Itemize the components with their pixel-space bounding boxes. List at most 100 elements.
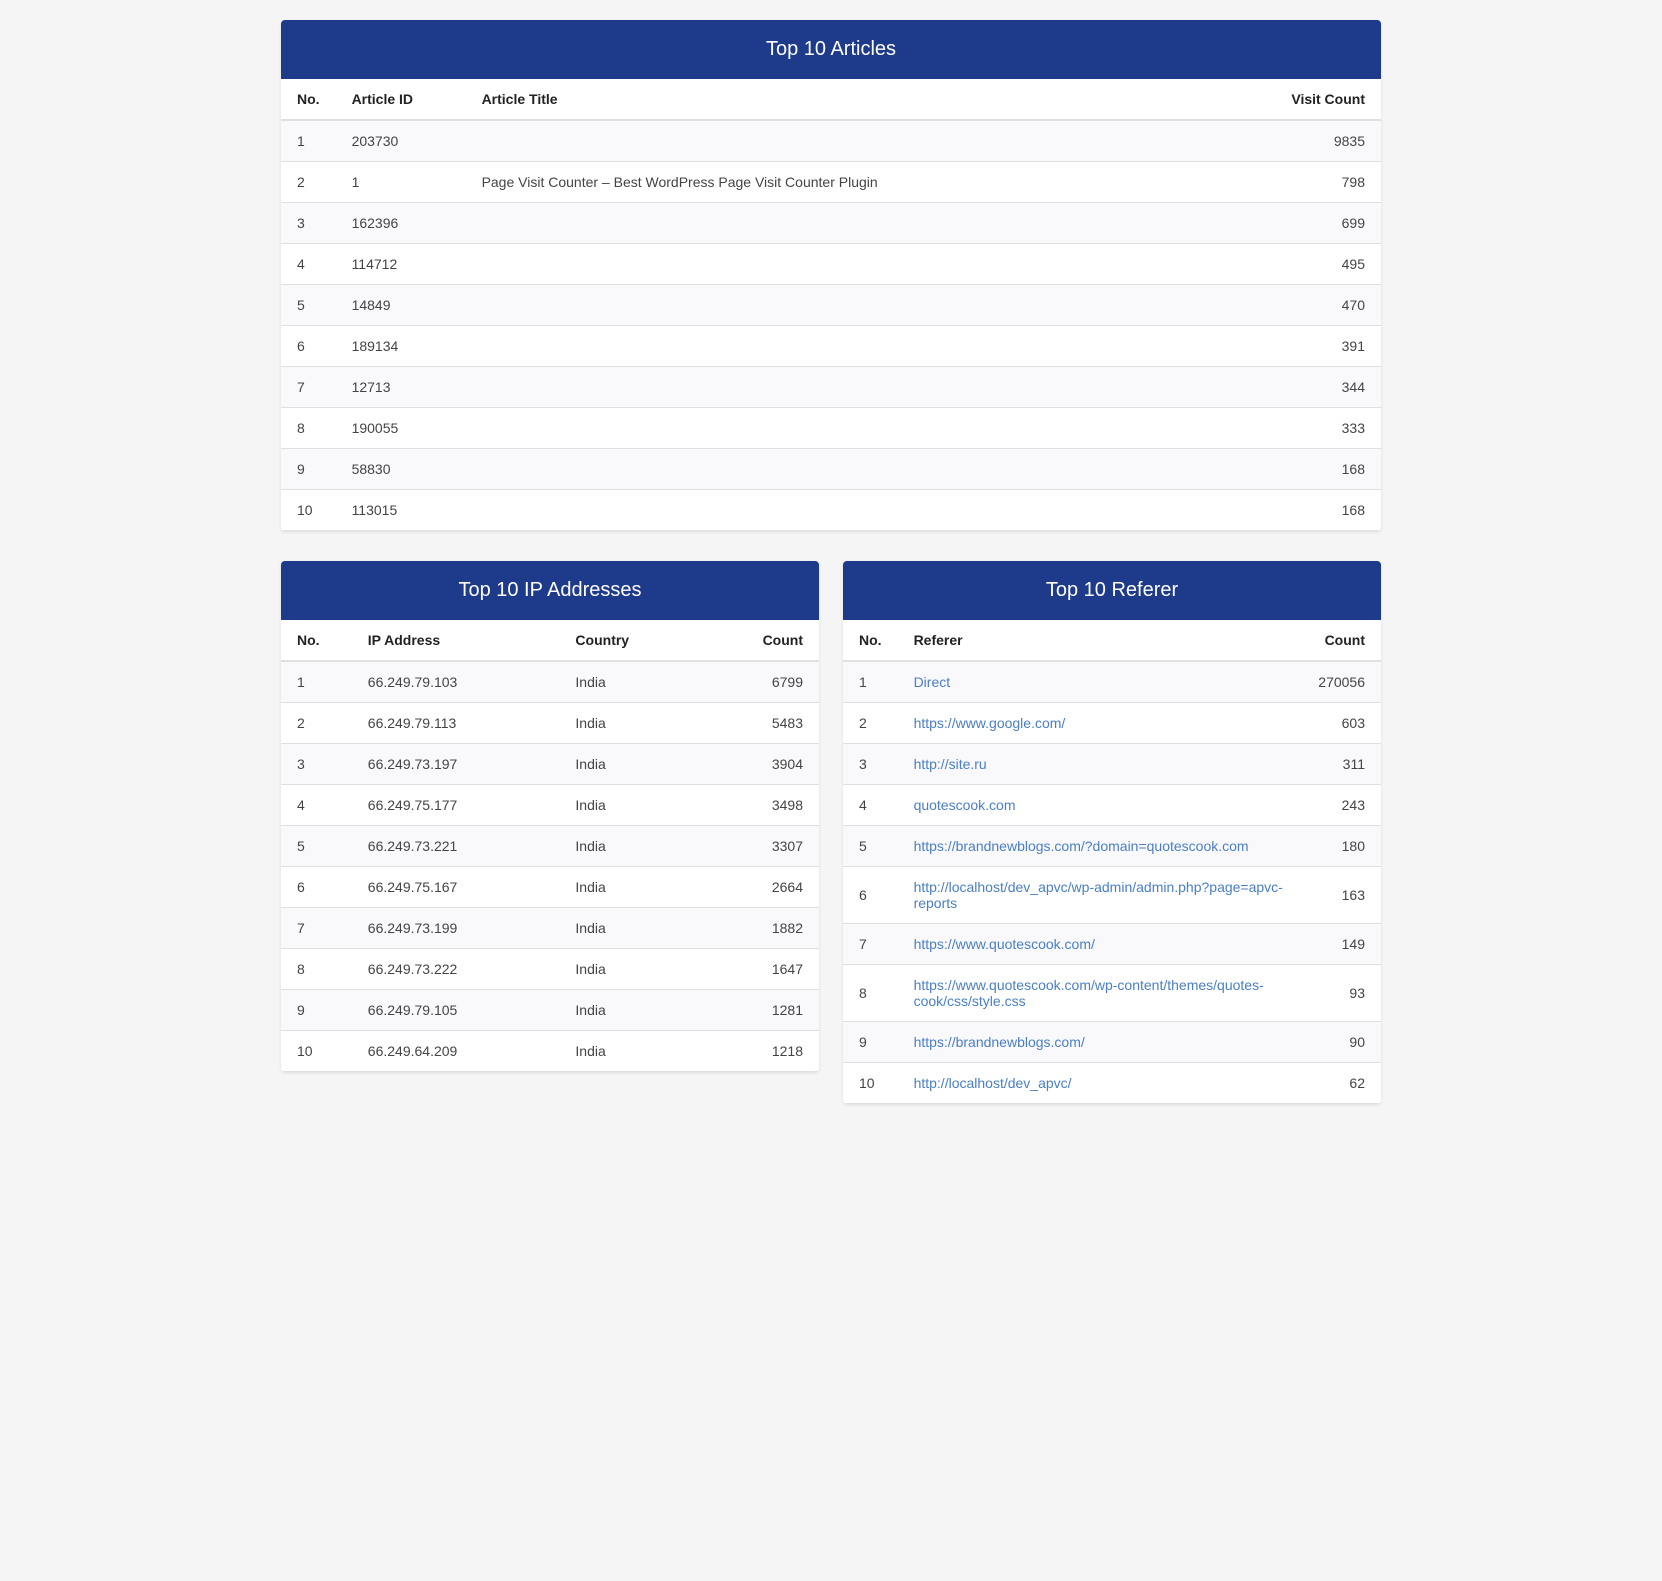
top-referer-header-row: No. Referer Count (843, 620, 1381, 661)
ip-address: 66.249.79.103 (352, 661, 560, 703)
table-row: 9 58830 168 (281, 449, 1381, 490)
top-articles-header: Top 10 Articles (281, 20, 1381, 79)
article-no: 4 (281, 244, 336, 285)
article-title (466, 408, 1261, 449)
ref-count: 163 (1301, 867, 1381, 924)
ip-address: 66.249.73.221 (352, 826, 560, 867)
ip-country: India (559, 744, 715, 785)
referer-link[interactable]: https://www.quotescook.com/ (914, 936, 1095, 952)
article-no: 5 (281, 285, 336, 326)
ip-col-ip: IP Address (352, 620, 560, 661)
referer-link[interactable]: http://site.ru (914, 756, 987, 772)
referer-link[interactable]: http://localhost/dev_apvc/ (914, 1075, 1072, 1091)
article-id: 114712 (336, 244, 466, 285)
ref-referer: http://site.ru (898, 744, 1301, 785)
ip-address: 66.249.73.197 (352, 744, 560, 785)
table-row: 7 66.249.73.199 India 1882 (281, 908, 819, 949)
table-row: 1 Direct 270056 (843, 661, 1381, 703)
table-row: 3 http://site.ru 311 (843, 744, 1381, 785)
ip-count: 3498 (715, 785, 819, 826)
ref-no: 1 (843, 661, 898, 703)
table-row: 10 66.249.64.209 India 1218 (281, 1031, 819, 1072)
article-visit-count: 798 (1261, 162, 1381, 203)
ref-referer: http://localhost/dev_apvc/wp-admin/admin… (898, 867, 1301, 924)
ref-count: 149 (1301, 924, 1381, 965)
ip-no: 8 (281, 949, 352, 990)
ref-count: 90 (1301, 1022, 1381, 1063)
table-row: 1 203730 9835 (281, 120, 1381, 162)
table-row: 9 66.249.79.105 India 1281 (281, 990, 819, 1031)
ref-count: 270056 (1301, 661, 1381, 703)
ref-col-count: Count (1301, 620, 1381, 661)
ip-count: 1882 (715, 908, 819, 949)
top-ip-header-row: No. IP Address Country Count (281, 620, 819, 661)
article-id: 1 (336, 162, 466, 203)
top-referer-header: Top 10 Referer (843, 561, 1381, 620)
referer-link[interactable]: quotescook.com (914, 797, 1016, 813)
table-row: 2 66.249.79.113 India 5483 (281, 703, 819, 744)
top-ip-header: Top 10 IP Addresses (281, 561, 819, 620)
referer-link[interactable]: https://www.quotescook.com/wp-content/th… (914, 977, 1264, 1009)
ref-no: 7 (843, 924, 898, 965)
article-visit-count: 391 (1261, 326, 1381, 367)
article-visit-count: 344 (1261, 367, 1381, 408)
referer-link[interactable]: Direct (914, 674, 951, 690)
ref-col-referer: Referer (898, 620, 1301, 661)
two-col-section: Top 10 IP Addresses No. IP Address Count… (281, 561, 1381, 1134)
ip-country: India (559, 785, 715, 826)
ip-no: 5 (281, 826, 352, 867)
ip-country: India (559, 990, 715, 1031)
ip-address: 66.249.75.177 (352, 785, 560, 826)
ip-country: India (559, 867, 715, 908)
ref-referer: https://brandnewblogs.com/ (898, 1022, 1301, 1063)
article-title (466, 203, 1261, 244)
ip-country: India (559, 908, 715, 949)
table-row: 5 66.249.73.221 India 3307 (281, 826, 819, 867)
ref-count: 243 (1301, 785, 1381, 826)
top-articles-table: No. Article ID Article Title Visit Count… (281, 79, 1381, 531)
ip-country: India (559, 1031, 715, 1072)
ip-no: 7 (281, 908, 352, 949)
ref-referer: http://localhost/dev_apvc/ (898, 1063, 1301, 1104)
ip-address: 66.249.73.199 (352, 908, 560, 949)
referer-link[interactable]: https://www.google.com/ (914, 715, 1066, 731)
col-no-header: No. (281, 79, 336, 120)
top-articles-body: 1 203730 9835 2 1 Page Visit Counter – B… (281, 120, 1381, 531)
ip-count: 3307 (715, 826, 819, 867)
article-no: 7 (281, 367, 336, 408)
ref-count: 93 (1301, 965, 1381, 1022)
page-wrapper: Top 10 Articles No. Article ID Article T… (281, 20, 1381, 1134)
top-ip-table: No. IP Address Country Count 1 66.249.79… (281, 620, 819, 1072)
ip-no: 2 (281, 703, 352, 744)
article-no: 9 (281, 449, 336, 490)
top-referer-card: Top 10 Referer No. Referer Count 1 Direc… (843, 561, 1381, 1104)
ip-country: India (559, 949, 715, 990)
referer-link[interactable]: https://brandnewblogs.com/ (914, 1034, 1085, 1050)
ip-country: India (559, 703, 715, 744)
article-visit-count: 168 (1261, 490, 1381, 531)
ip-no: 9 (281, 990, 352, 1031)
ip-count: 1647 (715, 949, 819, 990)
top-articles-title: Top 10 Articles (766, 38, 896, 60)
article-visit-count: 333 (1261, 408, 1381, 449)
table-row: 8 190055 333 (281, 408, 1381, 449)
article-visit-count: 168 (1261, 449, 1381, 490)
ip-count: 3904 (715, 744, 819, 785)
referer-link[interactable]: http://localhost/dev_apvc/wp-admin/admin… (914, 879, 1283, 911)
article-no: 2 (281, 162, 336, 203)
article-title (466, 326, 1261, 367)
referer-link[interactable]: https://brandnewblogs.com/?domain=quotes… (914, 838, 1249, 854)
top-referer-table: No. Referer Count 1 Direct 270056 2 http… (843, 620, 1381, 1104)
article-title (466, 244, 1261, 285)
table-row: 8 66.249.73.222 India 1647 (281, 949, 819, 990)
article-title (466, 490, 1261, 531)
article-title (466, 285, 1261, 326)
ref-count: 180 (1301, 826, 1381, 867)
ip-address: 66.249.79.113 (352, 703, 560, 744)
ref-col-no: No. (843, 620, 898, 661)
article-visit-count: 9835 (1261, 120, 1381, 162)
table-row: 6 66.249.75.167 India 2664 (281, 867, 819, 908)
table-row: 5 14849 470 (281, 285, 1381, 326)
top-ip-body: 1 66.249.79.103 India 6799 2 66.249.79.1… (281, 661, 819, 1072)
table-row: 10 113015 168 (281, 490, 1381, 531)
